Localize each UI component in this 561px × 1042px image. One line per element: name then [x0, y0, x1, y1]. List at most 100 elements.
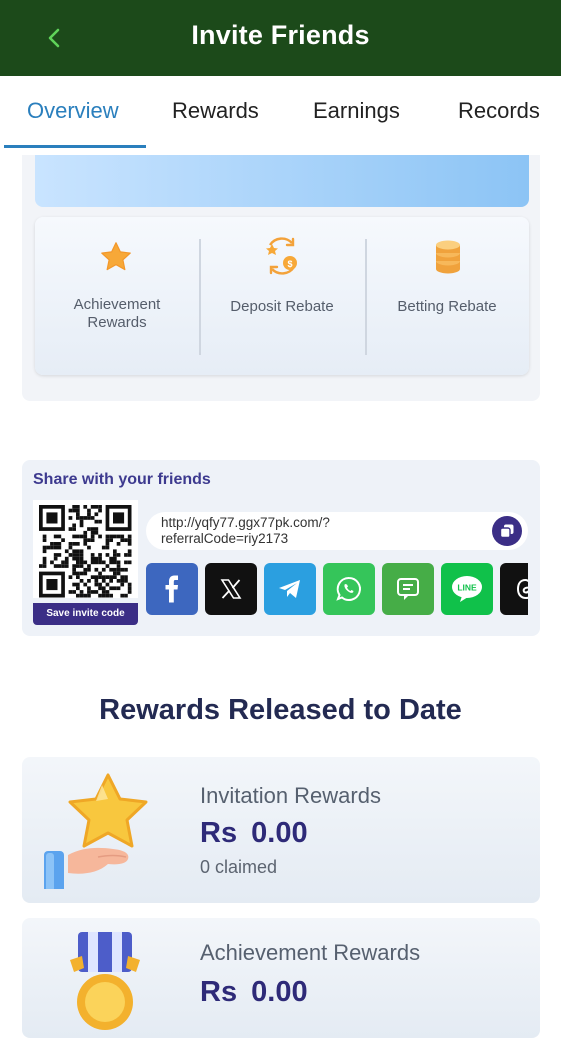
qr-module [87, 516, 91, 520]
qr-module [79, 553, 84, 557]
qr-module [116, 560, 121, 565]
rebate-panel: Achievement Rewards $ Deposit Rebate Bet… [35, 217, 529, 375]
qr-module [101, 579, 106, 583]
qr-module [76, 575, 80, 579]
share-facebook-button[interactable] [146, 563, 198, 615]
qr-module [83, 505, 88, 509]
promo-banner[interactable] [35, 155, 529, 207]
qr-module [90, 553, 95, 557]
qr-module [127, 542, 132, 546]
qr-module [113, 560, 117, 565]
qr-module [124, 553, 128, 557]
qr-module [64, 556, 69, 561]
qr-module [105, 534, 110, 539]
qr-module [83, 542, 88, 546]
rebate-deposit[interactable]: $ Deposit Rebate [200, 217, 364, 375]
qr-module [116, 571, 121, 576]
qr-module [109, 534, 113, 539]
top-bar: Invite Friends [0, 0, 561, 76]
qr-module [42, 556, 47, 561]
qr-module [127, 590, 132, 594]
qr-module [98, 586, 102, 591]
reward-card-title: Achievement Rewards [200, 940, 421, 965]
qr-module [124, 575, 128, 579]
qr-module [116, 579, 121, 583]
whatsapp-icon [336, 576, 361, 601]
qr-module [50, 560, 54, 565]
qr-module [120, 593, 125, 598]
qr-module [79, 590, 84, 594]
qr-module [76, 582, 80, 587]
qr-module [127, 534, 132, 539]
qr-module [90, 538, 95, 542]
tab-rewards[interactable]: Rewards [172, 98, 259, 124]
qr-module [98, 575, 102, 579]
qr-module [76, 534, 80, 539]
qr-module [61, 564, 65, 568]
qr-module [94, 590, 99, 594]
tab-records[interactable]: Records [458, 98, 540, 124]
share-threads-button[interactable] [500, 563, 528, 615]
qr-module [76, 556, 80, 561]
qr-module [79, 571, 84, 576]
qr-module [76, 593, 80, 598]
qr-module [101, 593, 106, 598]
qr-module [46, 545, 51, 550]
qr-module [72, 564, 76, 568]
copy-link-button[interactable] [492, 516, 522, 546]
qr-module [83, 538, 88, 542]
qr-module [101, 590, 106, 594]
qr-module [61, 538, 65, 542]
qr-module [79, 519, 84, 524]
invitation-rewards-card[interactable]: Invitation Rewards Rs 0.00 0 claimed [22, 757, 540, 903]
qr-module [68, 553, 73, 557]
qr-module [72, 549, 76, 554]
qr-module [113, 586, 117, 591]
qr-module [61, 560, 65, 565]
referral-link-field[interactable]: http://yqfy77.ggx77pk.com/? referralCode… [146, 512, 528, 550]
currency-label: Rs [200, 817, 238, 849]
qr-module [68, 590, 73, 594]
share-sms-button[interactable] [382, 563, 434, 615]
qr-module [98, 560, 102, 565]
share-x-button[interactable] [205, 563, 257, 615]
qr-module [53, 564, 58, 568]
qr-module [90, 530, 95, 535]
qr-module [124, 579, 128, 583]
rebate-achievement-rewards[interactable]: Achievement Rewards [35, 217, 199, 375]
qr-module [90, 505, 95, 509]
qr-module [109, 593, 113, 598]
qr-module [87, 586, 91, 591]
qr-module [83, 530, 88, 535]
qr-module [98, 593, 102, 598]
qr-module [87, 538, 91, 542]
tab-earnings[interactable]: Earnings [313, 98, 400, 124]
qr-module [120, 538, 125, 542]
qr-module [72, 556, 76, 561]
qr-module [94, 567, 99, 572]
rebate-betting[interactable]: Betting Rebate [365, 217, 529, 375]
share-telegram-button[interactable] [264, 563, 316, 615]
qr-module [105, 538, 110, 542]
qr-module [94, 560, 99, 565]
qr-module [105, 545, 110, 550]
qr-module [79, 593, 84, 598]
save-invite-code-button[interactable]: Save invite code [33, 603, 138, 625]
qr-module [127, 582, 132, 587]
qr-module [127, 586, 132, 591]
qr-module [94, 556, 99, 561]
share-whatsapp-button[interactable] [323, 563, 375, 615]
qr-code[interactable] [33, 500, 138, 598]
qr-module [72, 582, 76, 587]
qr-module [98, 505, 102, 509]
qr-module [76, 553, 80, 557]
qr-module [116, 542, 121, 546]
qr-module [83, 593, 88, 598]
qr-module [79, 556, 84, 561]
tab-overview[interactable]: Overview [27, 98, 119, 124]
qr-finder-pattern [113, 512, 125, 524]
referral-link-text: http://yqfy77.ggx77pk.com/? referralCode… [161, 515, 481, 547]
achievement-rewards-card[interactable]: Achievement Rewards Rs 0.00 [22, 918, 540, 1038]
referral-link-line2: referralCode=riy2173 [161, 531, 289, 546]
share-line-button[interactable]: LINE [441, 563, 493, 615]
